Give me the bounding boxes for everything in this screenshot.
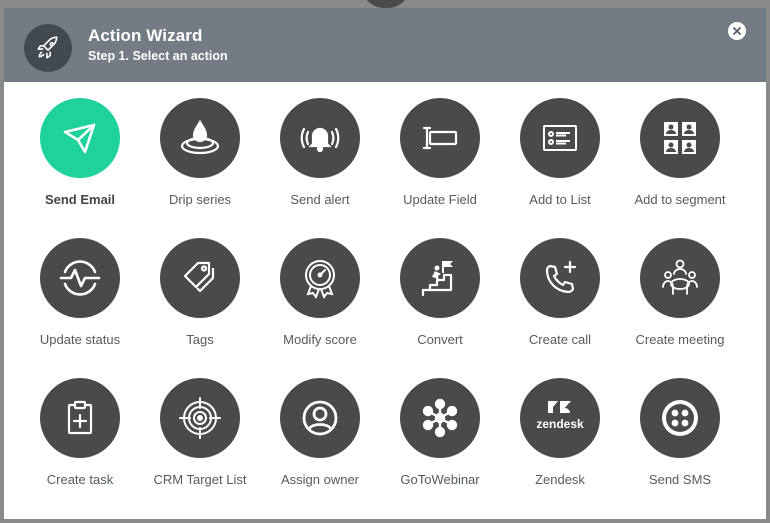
page-title: Action Wizard xyxy=(88,26,203,45)
action-drip-series[interactable]: Drip series xyxy=(140,98,260,238)
tags-icon xyxy=(160,238,240,318)
action-send-sms[interactable]: Send SMS xyxy=(620,378,740,518)
user-circle-icon xyxy=(280,378,360,458)
action-send-email[interactable]: Send Email xyxy=(20,98,140,238)
gotowebinar-icon xyxy=(400,378,480,458)
action-assign-owner[interactable]: Assign owner xyxy=(260,378,380,518)
action-label: Create task xyxy=(46,472,114,487)
action-label: Send SMS xyxy=(648,472,712,487)
modal-header: Action Wizard Step 1. Select an action xyxy=(4,8,766,82)
action-update-field[interactable]: Update Field xyxy=(380,98,500,238)
phone-add-icon xyxy=(520,238,600,318)
bell-alert-icon xyxy=(280,98,360,178)
action-label: Convert xyxy=(417,332,463,347)
action-label: Create call xyxy=(528,332,592,347)
backdrop-element xyxy=(362,0,410,8)
clipboard-add-icon xyxy=(40,378,120,458)
action-add-to-list[interactable]: Add to List xyxy=(500,98,620,238)
score-gauge-icon xyxy=(280,238,360,318)
close-button[interactable] xyxy=(728,22,746,40)
action-wizard-modal: Action Wizard Step 1. Select an action S… xyxy=(4,8,766,519)
action-label: Tags xyxy=(186,332,214,347)
text-field-icon xyxy=(400,98,480,178)
action-label: Assign owner xyxy=(280,472,360,487)
action-create-task[interactable]: Create task xyxy=(20,378,140,518)
target-icon xyxy=(160,378,240,458)
action-label: Send Email xyxy=(44,192,116,207)
action-label: Send alert xyxy=(290,192,350,207)
action-crm-target-list[interactable]: CRM Target List xyxy=(140,378,260,518)
zendesk-icon: zendesk xyxy=(520,378,600,458)
action-convert[interactable]: Convert xyxy=(380,238,500,378)
action-label: Drip series xyxy=(168,192,232,207)
action-label: Add to List xyxy=(529,192,591,207)
action-add-to-segment[interactable]: Add to segment xyxy=(620,98,740,238)
twilio-icon xyxy=(640,378,720,458)
action-gotowebinar[interactable]: GoToWebinar xyxy=(380,378,500,518)
rocket-icon xyxy=(24,24,72,72)
action-label: Zendesk xyxy=(535,472,585,487)
pulse-status-icon xyxy=(40,238,120,318)
action-label: Update status xyxy=(39,332,121,347)
zendesk-logo-text: zendesk xyxy=(536,417,584,431)
action-label: Update Field xyxy=(403,192,477,207)
action-grid: Send Email Drip series Send alert Update… xyxy=(20,98,740,518)
action-update-status[interactable]: Update status xyxy=(20,238,140,378)
action-label: Create meeting xyxy=(635,332,725,347)
stairs-flag-icon xyxy=(400,238,480,318)
action-create-call[interactable]: Create call xyxy=(500,238,620,378)
action-label: Modify score xyxy=(283,332,357,347)
close-icon xyxy=(733,27,741,35)
action-zendesk[interactable]: zendesk Zendesk xyxy=(500,378,620,518)
segment-grid-icon xyxy=(640,98,720,178)
list-card-icon xyxy=(520,98,600,178)
paper-plane-icon xyxy=(40,98,120,178)
action-label: GoToWebinar xyxy=(400,472,480,487)
meeting-icon xyxy=(640,238,720,318)
step-subtitle: Step 1. Select an action xyxy=(88,49,228,63)
action-tags[interactable]: Tags xyxy=(140,238,260,378)
action-label: Add to segment xyxy=(634,192,726,207)
action-send-alert[interactable]: Send alert xyxy=(260,98,380,238)
action-create-meeting[interactable]: Create meeting xyxy=(620,238,740,378)
action-label: CRM Target List xyxy=(153,472,247,487)
water-drop-icon xyxy=(160,98,240,178)
action-modify-score[interactable]: Modify score xyxy=(260,238,380,378)
